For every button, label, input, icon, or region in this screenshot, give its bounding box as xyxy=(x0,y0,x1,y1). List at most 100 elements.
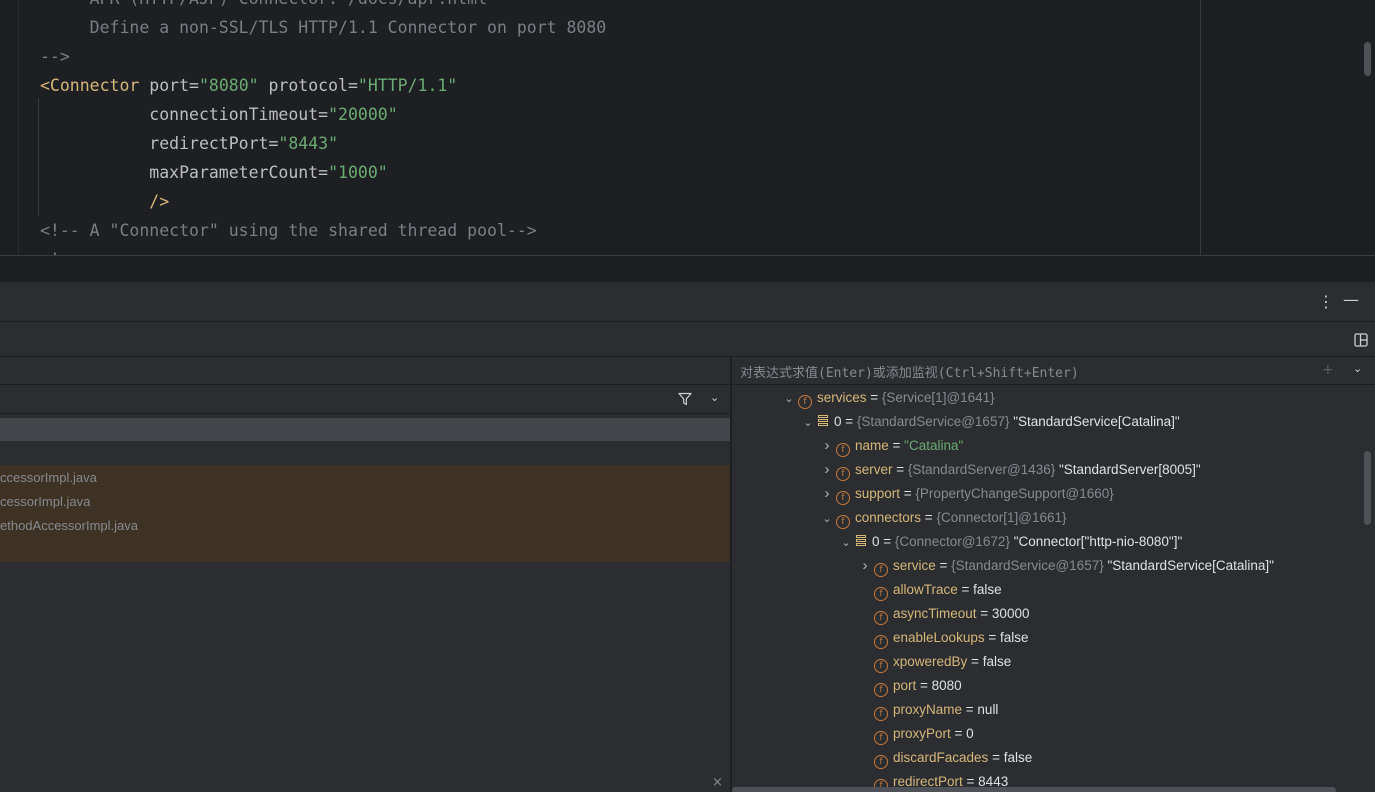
variable-name: asyncTimeout xyxy=(893,606,977,621)
code-line[interactable]: redirectPort="8443" xyxy=(40,129,338,158)
variable-row[interactable]: › f support = {PropertyChangeSupport@1660} xyxy=(818,482,1114,506)
variable-value: false xyxy=(999,630,1029,645)
variable-row[interactable]: ⌄ 0 = {StandardService@1657} "StandardSer… xyxy=(799,410,1180,435)
equals-sign: = xyxy=(916,678,932,693)
code-line[interactable]: <!-- A "Connector" using the shared thre… xyxy=(40,216,537,245)
variable-row[interactable]: ›fxpoweredBy = false xyxy=(856,650,1011,674)
chevron-down-icon[interactable]: ⌄ xyxy=(710,391,719,404)
code-token: = xyxy=(318,163,329,182)
variable-name: 0 xyxy=(834,414,842,429)
equals-sign: = xyxy=(900,486,916,501)
code-line[interactable]: --> xyxy=(40,42,70,71)
equals-sign: = xyxy=(988,750,1004,765)
equals-sign: = xyxy=(950,726,967,741)
variable-type: {StandardServer@1436} xyxy=(907,462,1056,477)
variable-row[interactable]: ›fport = 8080 xyxy=(856,674,962,698)
code-line[interactable]: APR (HTTP/AJP) Connector: /docs/apr.html xyxy=(40,0,487,13)
field-icon: f xyxy=(836,515,850,529)
field-icon: f xyxy=(836,491,850,505)
right-margin-guide xyxy=(1200,0,1201,255)
layout-icon[interactable] xyxy=(1354,333,1368,347)
debug-tab-row xyxy=(0,321,1375,356)
evaluate-placeholder: 对表达式求值(Enter)或添加监视(Ctrl+Shift+Enter) xyxy=(740,366,1079,381)
variable-name: services xyxy=(817,390,867,405)
code-token: <Connector xyxy=(40,76,140,95)
code-token: redirectPort xyxy=(40,134,269,153)
variable-name: support xyxy=(855,486,901,501)
chevron-down-icon[interactable]: ⌄ xyxy=(1353,362,1362,375)
editor-breadcrumb-bar xyxy=(0,255,1375,280)
chevron-down-icon[interactable]: ⌄ xyxy=(799,411,817,435)
variable-type: {StandardService@1657} xyxy=(951,558,1104,573)
variable-row[interactable]: ›fallowTrace = false xyxy=(856,578,1002,602)
equals-sign: = xyxy=(921,510,937,525)
minimize-icon[interactable]: — xyxy=(1343,292,1359,308)
code-token: --> xyxy=(40,47,70,66)
close-icon[interactable]: × xyxy=(712,775,723,790)
chevron-right-icon[interactable]: › xyxy=(818,482,836,506)
variable-row[interactable]: ›fproxyName = null xyxy=(856,698,998,722)
frame-row[interactable]: ccessorImpl.java xyxy=(0,466,97,490)
field-icon: f xyxy=(874,587,888,601)
variable-value: false xyxy=(973,582,1002,597)
chevron-right-icon[interactable]: › xyxy=(818,434,836,458)
variables-vscrollbar[interactable] xyxy=(1364,451,1371,525)
equals-sign: = xyxy=(962,702,978,717)
code-token: protocol xyxy=(258,76,348,95)
variable-row[interactable]: › f service = {StandardService@1657} "Stan… xyxy=(856,554,1274,578)
array-element-icon xyxy=(855,534,867,548)
code-line[interactable]: <!-- xyxy=(40,245,80,255)
code-token: <!-- A "Connector" using the shared thre… xyxy=(40,221,537,240)
variable-row[interactable]: ⌄ f services = {Service[1]@1641} xyxy=(780,386,995,410)
variable-value: "StandardService[Catalina]" xyxy=(1013,414,1180,429)
variable-name: proxyPort xyxy=(893,726,951,741)
selected-frame-row[interactable] xyxy=(0,418,730,441)
code-line[interactable]: /> xyxy=(40,187,169,216)
code-editor[interactable]: APR (HTTP/AJP) Connector: /docs/apr.html… xyxy=(0,0,1375,255)
variable-value: null xyxy=(977,702,999,717)
code-token: = xyxy=(318,105,329,124)
variables-hscrollbar[interactable] xyxy=(732,787,1336,792)
variable-row[interactable]: ›fproxyPort = 0 xyxy=(856,722,974,746)
field-icon: f xyxy=(874,659,888,673)
equals-sign: = xyxy=(841,414,857,429)
variable-row[interactable]: › f name = "Catalina" xyxy=(818,434,963,458)
code-line[interactable]: maxParameterCount="1000" xyxy=(40,158,387,187)
code-line[interactable]: connectionTimeout="20000" xyxy=(40,100,397,129)
code-token: "HTTP/1.1" xyxy=(357,76,458,95)
evaluate-expression-field[interactable]: 对表达式求值(Enter)或添加监视(Ctrl+Shift+Enter) + ⌄ xyxy=(732,357,1375,385)
variable-name: connectors xyxy=(855,510,922,525)
chevron-right-icon[interactable]: › xyxy=(818,458,836,482)
code-token: connectionTimeout xyxy=(40,105,319,124)
variable-row[interactable]: ›fasyncTimeout = 30000 xyxy=(856,602,1029,626)
code-token: = xyxy=(268,134,279,153)
variable-row[interactable]: › f server = {StandardServer@1436} "Standa… xyxy=(818,458,1201,482)
variable-type: {StandardService@1657} xyxy=(856,414,1010,429)
variable-name: port xyxy=(893,678,917,693)
add-watch-icon[interactable]: + xyxy=(1322,362,1334,378)
variable-value: 8080 xyxy=(931,678,962,693)
chevron-down-icon[interactable]: ⌄ xyxy=(818,507,836,531)
chevron-right-icon[interactable]: › xyxy=(856,554,874,578)
code-token: maxParameterCount xyxy=(40,163,319,182)
editor-scrollbar[interactable] xyxy=(1364,42,1371,76)
editor-gutter-divider xyxy=(18,0,19,255)
code-line[interactable]: <Connector port="8080" protocol="HTTP/1.… xyxy=(40,71,457,100)
variable-row[interactable]: ›fdiscardFacades = false xyxy=(856,746,1032,770)
equals-sign: = xyxy=(967,654,983,669)
field-icon: f xyxy=(874,731,888,745)
variable-name: server xyxy=(855,462,893,477)
equals-sign: = xyxy=(892,462,908,477)
frame-row[interactable]: cessorImpl.java xyxy=(0,490,90,514)
filter-icon[interactable] xyxy=(678,392,692,406)
variable-row[interactable]: ⌄ f connectors = {Connector[1]@1661} xyxy=(818,506,1067,530)
code-line[interactable]: Define a non-SSL/TLS HTTP/1.1 Connector … xyxy=(40,13,607,42)
field-icon: f xyxy=(874,683,888,697)
frame-row[interactable]: ethodAccessorImpl.java xyxy=(0,514,138,538)
variable-row[interactable]: ›fenableLookups = false xyxy=(856,626,1029,650)
variable-row[interactable]: ⌄ 0 = {Connector@1672} "Connector["http-n… xyxy=(837,530,1182,554)
chevron-down-icon[interactable]: ⌄ xyxy=(837,531,855,555)
more-vertical-icon[interactable]: ⋮ xyxy=(1318,294,1334,310)
field-icon: f xyxy=(874,755,888,769)
chevron-down-icon[interactable]: ⌄ xyxy=(780,387,798,411)
